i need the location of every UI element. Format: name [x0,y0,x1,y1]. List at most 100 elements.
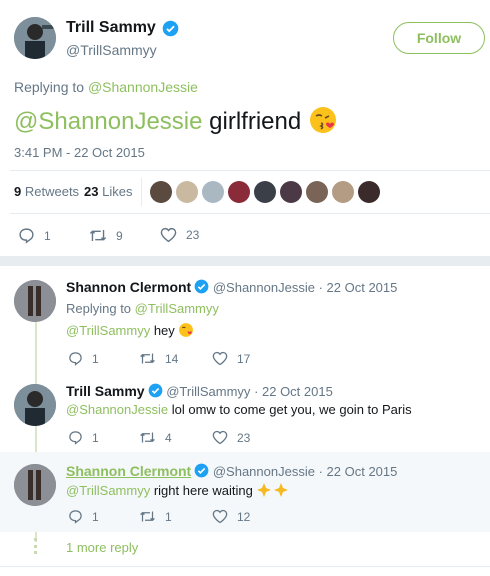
liker-avatar[interactable] [176,181,198,203]
reply-count: 1 [92,351,99,366]
tweet-timestamp[interactable]: 3:41 PM - 22 Oct 2015 [14,145,145,160]
reply-author-handle[interactable]: @ShannonJessie [213,464,315,479]
tweet-mention[interactable]: @ShannonJessie [14,108,202,135]
tweet-text: @ShannonJessie girlfriend [14,105,338,136]
retweets-stat[interactable]: 9 Retweets [14,184,79,199]
liker-avatar[interactable] [280,181,302,203]
reply-avatar[interactable] [14,280,56,322]
reply-tweet[interactable]: Trill Sammy @TrillSammyy · 22 Oct 2015 @… [0,372,490,452]
reply-icon [69,352,82,366]
reply-author-handle[interactable]: @ShannonJessie [213,280,315,295]
retweet-count: 1 [165,509,172,524]
heart-icon [212,430,228,445]
reply-header: Shannon Clermont @ShannonJessie · 22 Oct… [66,279,397,295]
reply-avatar[interactable] [14,464,56,506]
reply-author-name[interactable]: Trill Sammy [66,383,145,399]
retweet-count: 9 [116,228,123,243]
reply-icon [69,510,82,524]
retweet-action[interactable]: 9 [89,227,123,244]
reply-date[interactable]: · 22 Oct 2015 [319,464,398,479]
likes-stat[interactable]: 23 Likes [84,184,132,199]
like-count: 12 [237,509,251,524]
reply-mention[interactable]: @TrillSammyy [66,323,150,338]
more-replies-link[interactable]: 1 more reply [66,540,138,555]
liker-avatar[interactable] [332,181,354,203]
reply-author-handle[interactable]: @TrillSammyy [166,384,250,399]
reply-action[interactable]: 1 [68,509,99,524]
reply-count: 1 [44,228,51,243]
reply-action[interactable]: 1 [68,430,99,445]
reply-author-name[interactable]: Shannon Clermont [66,279,191,295]
retweet-icon [140,432,155,443]
like-action[interactable]: 23 [212,430,250,445]
reply-author-name[interactable]: Shannon Clermont [66,463,191,479]
replying-to-label: Replying to [14,79,85,95]
verified-badge-icon [148,383,162,398]
retweets-label: Retweets [24,184,80,199]
verified-badge-icon [194,279,209,294]
reply-tweet-highlighted[interactable]: Shannon Clermont @ShannonJessie · 22 Oct… [0,452,490,532]
retweet-action[interactable]: 1 [139,509,172,524]
reply-body: right here waiting [150,483,253,498]
reply-action[interactable]: 1 [18,227,51,244]
retweet-action[interactable]: 14 [139,351,178,366]
author-avatar[interactable] [14,17,56,59]
like-action[interactable]: 23 [160,227,199,243]
sparkles-icon [257,483,289,497]
reply-date[interactable]: · 22 Oct 2015 [254,384,333,399]
retweet-count: 14 [165,351,179,366]
reply-header: Trill Sammy @TrillSammyy · 22 Oct 2015 [66,383,333,399]
replying-to-label: Replying to [66,301,132,316]
retweet-action[interactable]: 4 [139,430,172,445]
retweet-icon [140,353,155,364]
kiss-emoji-icon [309,107,336,133]
replying-to: Replying to @ShannonJessie [14,79,198,95]
reply-text: @TrillSammyy right here waiting [66,482,290,498]
retweet-icon [89,229,107,242]
liker-avatar[interactable] [254,181,276,203]
author-name[interactable]: Trill Sammy [66,19,156,37]
liker-avatar[interactable] [228,181,250,203]
liker-avatar[interactable] [358,181,380,203]
reply-text: @ShannonJessie lol omw to come get you, … [66,402,412,417]
reply-action[interactable]: 1 [68,351,99,366]
reply-body: hey [150,323,175,338]
stats-separator [141,178,142,206]
heart-icon [212,509,228,524]
thread-dots [34,538,40,554]
like-count: 17 [237,351,251,366]
reply-icon [19,228,34,244]
replying-to-handle[interactable]: @ShannonJessie [88,79,198,95]
like-action[interactable]: 17 [212,351,250,366]
verified-badge-icon [194,463,209,478]
retweet-count: 4 [165,430,172,445]
likes-count: 23 [84,184,99,199]
reply-replying-to: Replying to @TrillSammyy [66,301,219,316]
heart-icon [212,351,228,366]
author-handle[interactable]: @TrillSammyy [66,42,157,58]
heart-icon [160,227,177,243]
reply-body: lol omw to come get you, we goin to Pari… [168,402,412,417]
like-count: 23 [186,228,200,242]
follow-button[interactable]: Follow [393,22,485,54]
like-count: 23 [237,430,251,445]
tweet-body: girlfriend [202,108,302,135]
reply-text: @TrillSammyy hey [66,322,194,338]
reply-count: 1 [92,509,99,524]
like-action[interactable]: 12 [212,509,250,524]
liker-avatar[interactable] [306,181,328,203]
liker-avatar[interactable] [150,181,172,203]
reply-icon [69,431,82,445]
reply-header: Shannon Clermont @ShannonJessie · 22 Oct… [66,463,397,479]
reply-avatar[interactable] [14,384,56,426]
retweets-count: 9 [14,184,22,199]
replying-to-handle[interactable]: @TrillSammyy [135,301,219,316]
verified-badge-icon [162,20,179,37]
reply-mention[interactable]: @ShannonJessie [66,402,168,417]
reply-tweet[interactable]: Shannon Clermont @ShannonJessie · 22 Oct… [0,268,490,370]
section-separator [0,256,490,266]
reply-date[interactable]: · 22 Oct 2015 [319,280,398,295]
reply-count: 1 [92,430,99,445]
reply-mention[interactable]: @TrillSammyy [66,483,150,498]
liker-avatar[interactable] [202,181,224,203]
